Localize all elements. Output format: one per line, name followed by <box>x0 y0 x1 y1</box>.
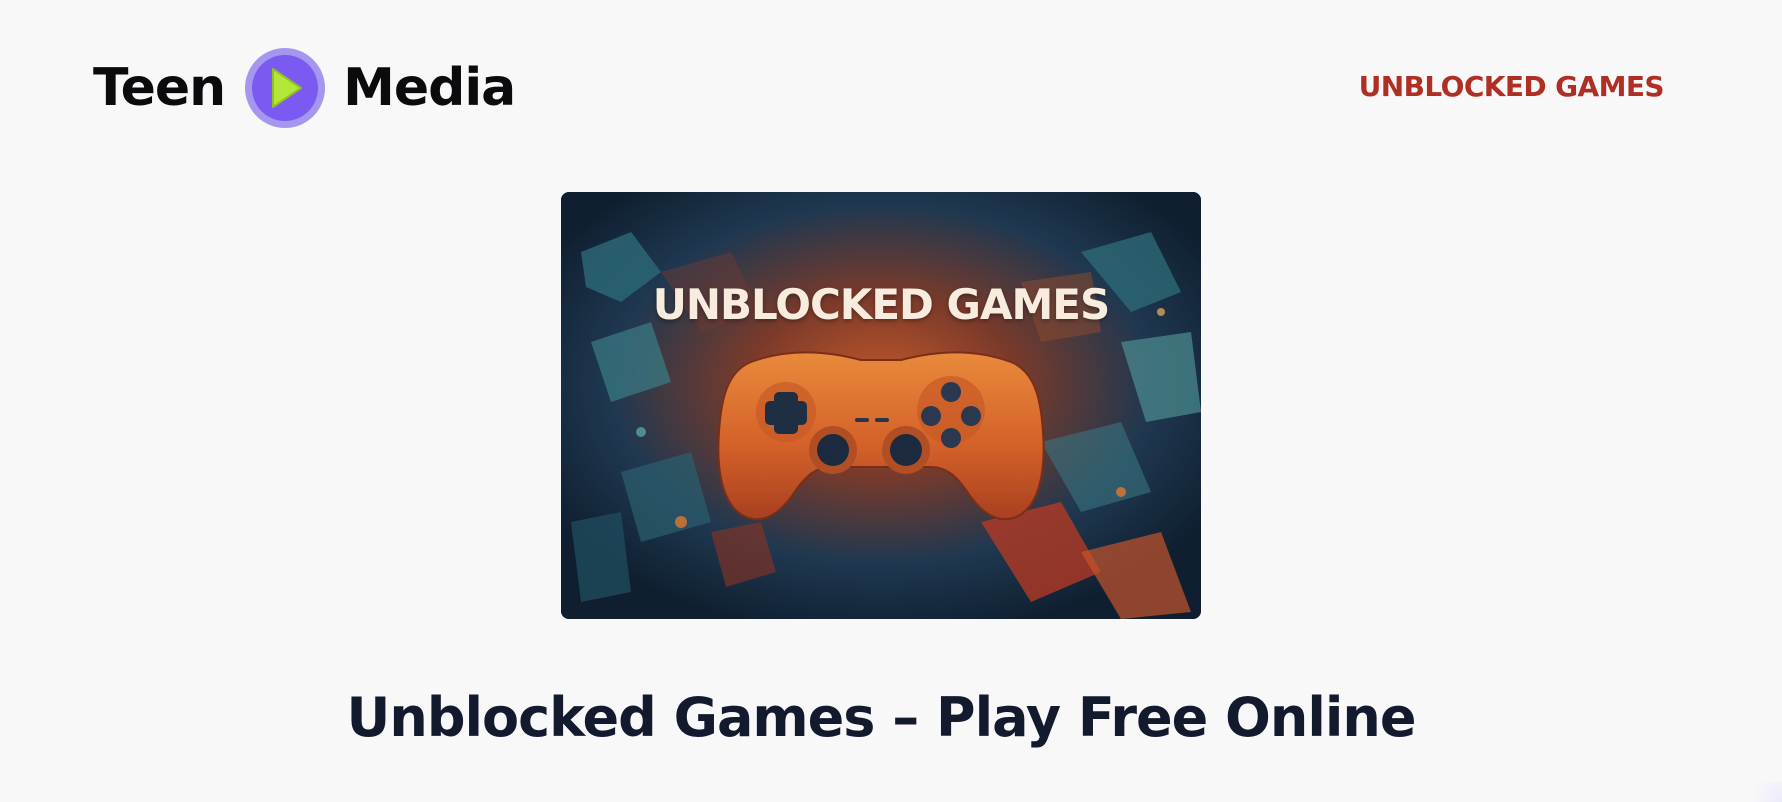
page: Teen Media UNBLOCKED GAMES UNBLOCKED GAM… <box>0 0 1782 802</box>
logo-word-teen: Teen <box>93 58 226 118</box>
hero-image: UNBLOCKED GAMES <box>561 192 1201 619</box>
page-title: Unblocked Games – Play Free Online <box>346 686 1417 749</box>
site-logo-link[interactable]: Teen Media <box>93 47 516 129</box>
corner-decoration <box>1742 782 1782 802</box>
nav-link-unblocked-games[interactable]: UNBLOCKED GAMES <box>1359 70 1665 103</box>
hero-image-title: UNBLOCKED GAMES <box>652 280 1111 329</box>
logo-word-media: Media <box>343 58 516 118</box>
logo-badge <box>245 48 326 128</box>
hero-artwork <box>561 192 1201 619</box>
play-icon <box>252 55 319 121</box>
